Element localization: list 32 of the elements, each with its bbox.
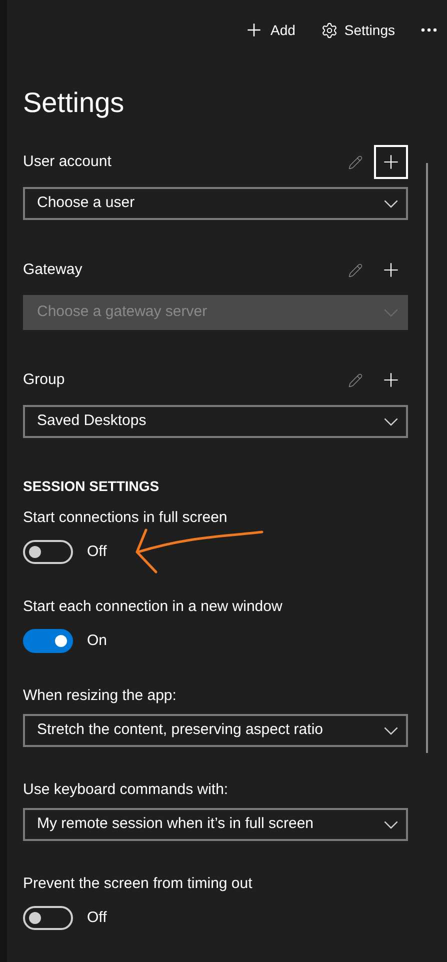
- toggle-state-label: On: [87, 630, 108, 651]
- dropdown[interactable]: My remote session when it’s in full screen: [23, 808, 408, 841]
- chevron-down-icon: [384, 418, 398, 426]
- setting-label: Use keyboard commands with:: [23, 780, 230, 800]
- toggle-state-label: Off: [87, 908, 107, 928]
- toggle-state-label: Off: [87, 542, 107, 562]
- scrollbar[interactable]: [426, 163, 428, 753]
- settings-button[interactable]: Settings: [315, 14, 401, 46]
- dropdown[interactable]: Saved Desktops: [23, 405, 408, 438]
- dropdown[interactable]: Stretch the content, preserving aspect ratio: [23, 714, 408, 747]
- setting-label: Prevent the screen from timing out: [23, 874, 254, 894]
- pencil-icon: [348, 372, 362, 388]
- page-title: Settings: [23, 86, 126, 120]
- setting-label: Start connections in full screen: [23, 508, 228, 528]
- pencil-icon: [348, 262, 362, 278]
- toggle-switch[interactable]: [23, 629, 73, 653]
- dropdown[interactable]: Choose a user: [23, 187, 408, 220]
- setting-label: Start each connection in a new window: [23, 597, 284, 617]
- pencil-icon: [348, 154, 362, 170]
- chevron-down-icon: [384, 200, 398, 208]
- add-button[interactable]: Add: [238, 14, 302, 46]
- section-label: User account: [23, 152, 112, 172]
- chevron-down-icon: [384, 820, 398, 828]
- chevron-down-icon: [384, 726, 398, 734]
- section-heading: SESSION SETTINGS: [23, 477, 160, 496]
- section-label: Gateway: [23, 260, 84, 280]
- chevron-down-icon: [384, 308, 398, 316]
- section-label: Group: [23, 370, 66, 390]
- more-icon: [421, 28, 437, 32]
- add-button[interactable]: [374, 145, 408, 179]
- setting-label: When resizing the app:: [23, 686, 178, 706]
- settings-icon: [321, 22, 338, 38]
